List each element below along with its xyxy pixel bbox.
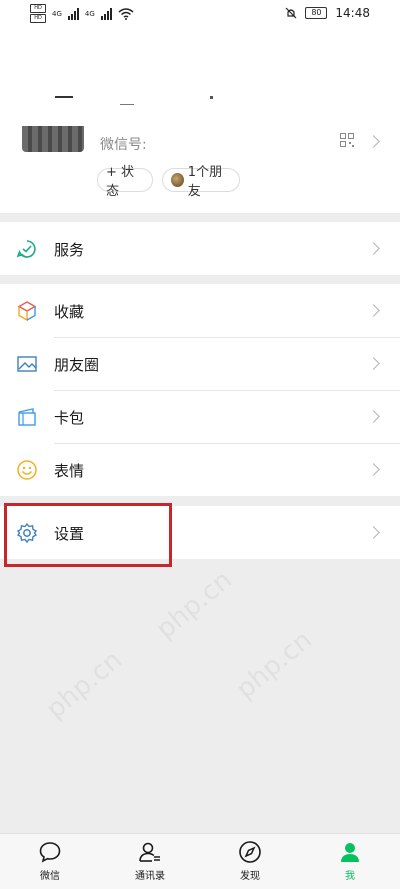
settings-highlight-box [4, 503, 172, 567]
contacts-icon [139, 842, 160, 862]
avatar[interactable] [22, 126, 84, 152]
watermark: php.cn [40, 645, 128, 725]
qr-code-icon[interactable] [340, 133, 354, 147]
status-bar: HD HD 4G 4G 80 14:48 [0, 0, 400, 28]
network-type-1: 4G [52, 9, 62, 18]
status-button-label: + 状态 [106, 165, 135, 199]
tab-label: 通讯录 [135, 871, 165, 882]
friends-button[interactable]: 1个朋友 [162, 165, 240, 199]
chevron-right-icon [367, 410, 380, 423]
nickname-fragment [120, 104, 134, 105]
features-group: 收藏 朋友圈 卡包 表情 [0, 284, 400, 496]
chevron-right-icon [367, 357, 380, 370]
tab-discover[interactable]: 发现 [200, 840, 300, 882]
signal-bars-1-icon [67, 7, 79, 20]
tab-me[interactable]: 我 [300, 840, 400, 882]
clock: 14:48 [335, 6, 370, 20]
status-button[interactable]: + 状态 [97, 165, 153, 199]
menu-item-label: 表情 [54, 462, 85, 480]
profile-chevron-icon [367, 135, 380, 148]
chevron-right-icon [367, 463, 380, 476]
friend-avatar [171, 173, 184, 187]
person-icon [341, 843, 359, 862]
smiley-icon [17, 460, 37, 480]
tab-contacts[interactable]: 通讯录 [100, 840, 200, 882]
services-icon [16, 240, 36, 258]
menu-item-cards[interactable]: 卡包 [0, 390, 400, 443]
chevron-right-icon [367, 526, 380, 539]
bottom-tab-bar: 微信 通讯录 发现 我 [0, 833, 400, 889]
menu-item-label: 收藏 [54, 303, 85, 321]
tab-label: 微信 [40, 871, 60, 882]
moments-image-icon [17, 356, 37, 372]
menu-item-stickers[interactable]: 表情 [0, 443, 400, 496]
compass-icon [239, 841, 261, 863]
services-group: 服务 [0, 222, 400, 275]
favorites-cube-icon [17, 301, 37, 322]
menu-item-label: 朋友圈 [54, 356, 100, 374]
status-left: HD HD 4G 4G [30, 4, 134, 23]
menu-item-services[interactable]: 服务 [0, 222, 400, 275]
menu-item-favorites[interactable]: 收藏 [0, 284, 400, 337]
sim1-icon: HD [30, 4, 46, 13]
network-type-2: 4G [84, 9, 95, 18]
wifi-icon [118, 7, 134, 20]
sim2-icon: HD [30, 14, 46, 23]
wechat-id-label: 微信号: [100, 137, 147, 153]
menu-item-moments[interactable]: 朋友圈 [0, 337, 400, 390]
tab-label: 我 [345, 871, 355, 882]
mute-bell-icon [285, 7, 297, 19]
nickname-fragment [55, 96, 73, 98]
card-wallet-icon [18, 408, 36, 426]
menu-item-label: 服务 [54, 241, 85, 259]
menu-item-label: 卡包 [54, 409, 85, 427]
sim-indicators: HD HD [30, 4, 46, 23]
profile-header[interactable]: 微信号: + 状态 1个朋友 [0, 28, 400, 213]
chevron-right-icon [367, 304, 380, 317]
nickname-fragment [210, 96, 213, 99]
status-right: 80 14:48 [285, 6, 370, 20]
chat-bubble-icon [39, 842, 61, 863]
watermark: php.cn [230, 625, 318, 705]
tab-label: 发现 [240, 871, 260, 882]
signal-bars-2-icon [100, 7, 112, 20]
friends-button-label: 1个朋友 [187, 165, 223, 199]
battery-icon: 80 [305, 7, 328, 19]
tab-chats[interactable]: 微信 [0, 840, 100, 882]
watermark: php.cn [150, 565, 238, 645]
chevron-right-icon [367, 242, 380, 255]
